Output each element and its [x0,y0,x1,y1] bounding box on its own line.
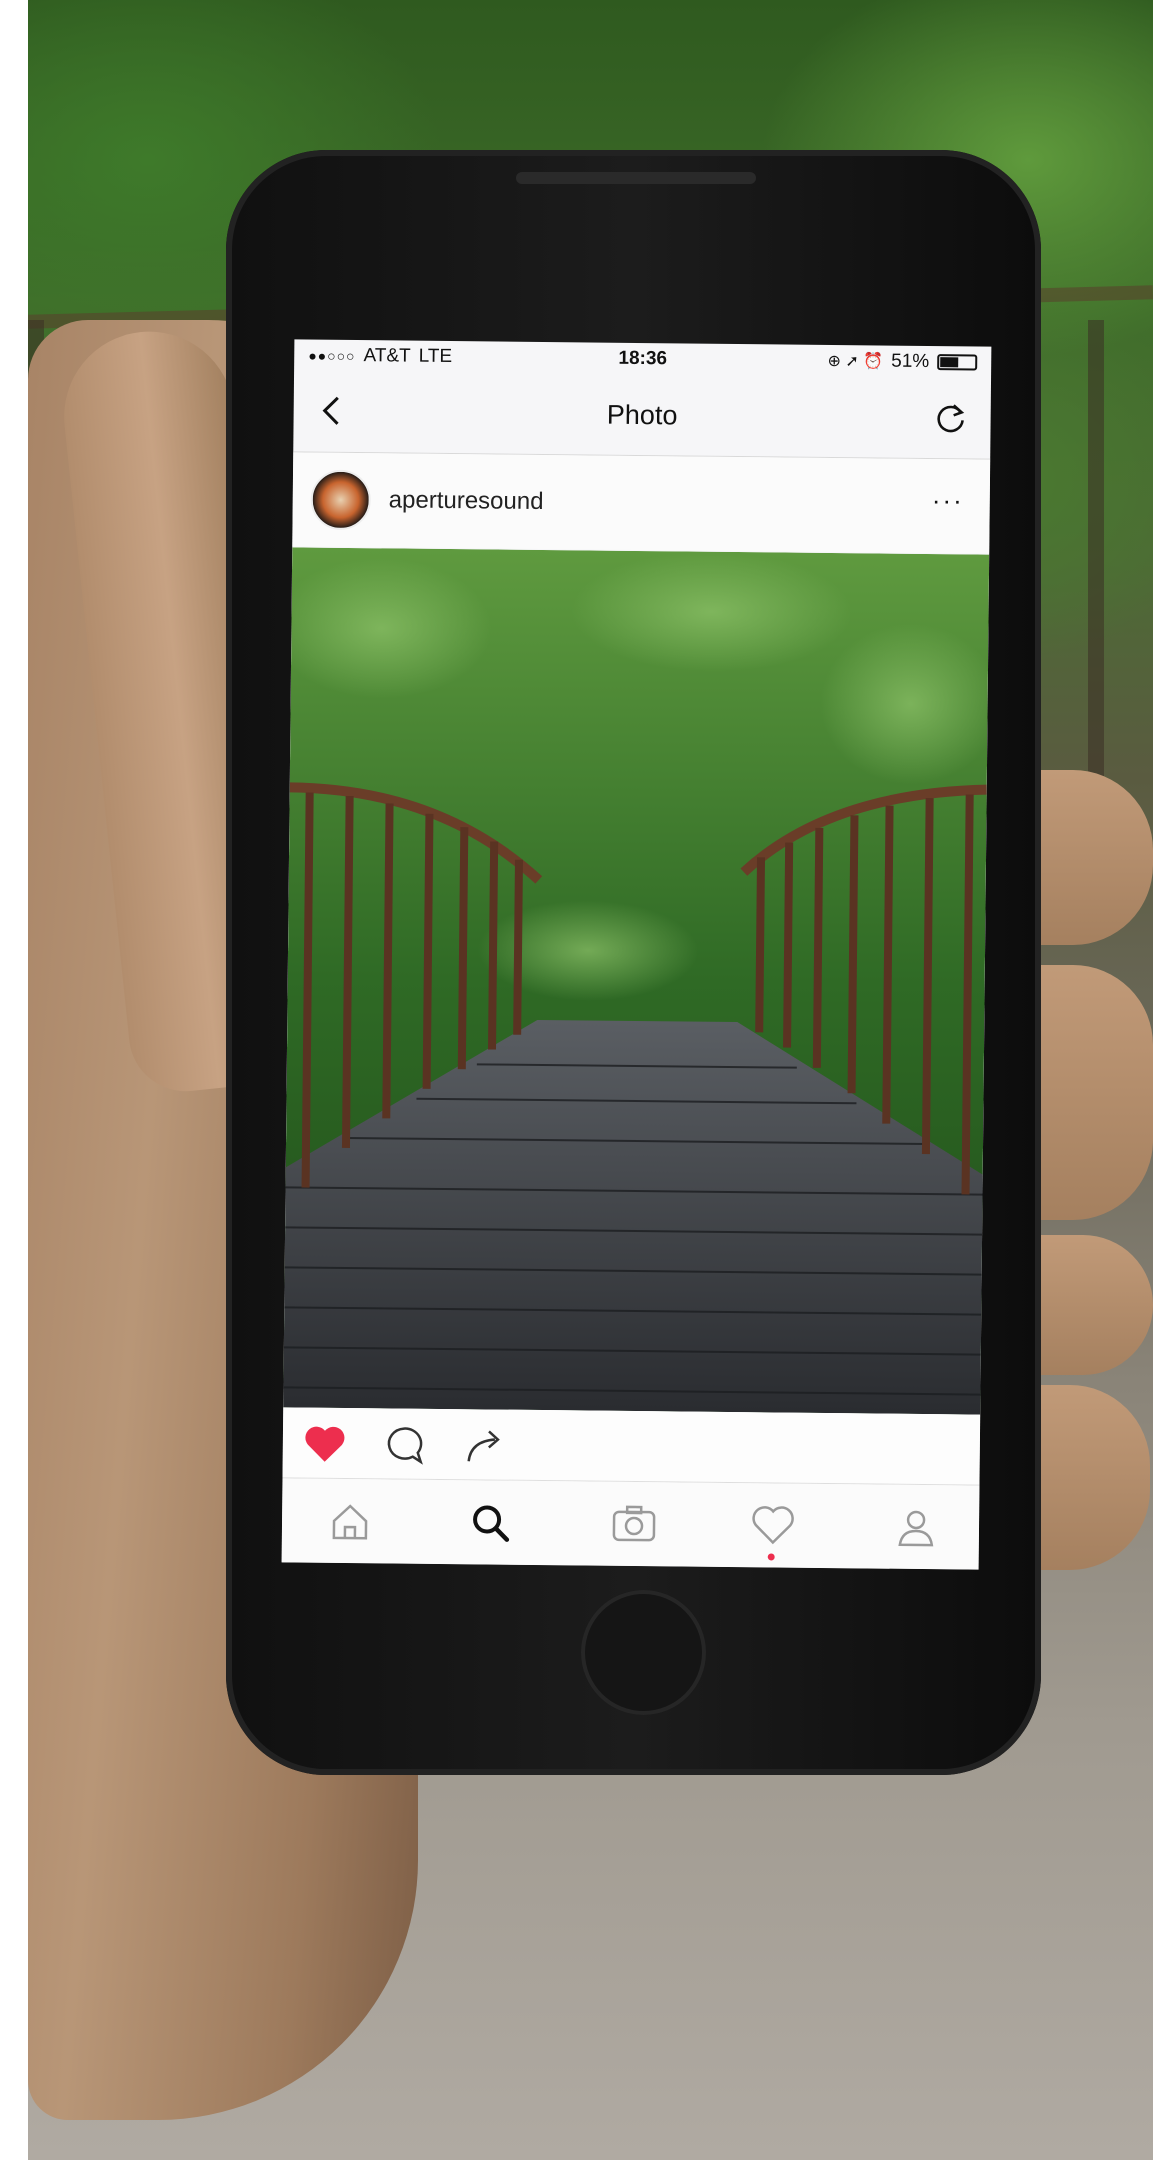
profile-icon[interactable] [894,1505,938,1549]
battery-icon [937,354,978,371]
speech-bubble-icon[interactable] [383,1424,425,1465]
post-username[interactable]: aperturesound [389,486,544,516]
home-icon[interactable] [328,1499,372,1543]
notification-dot [767,1553,775,1561]
network-label: LTE [418,345,453,368]
avatar[interactable] [310,469,372,531]
navigation-bar: Photo [293,371,992,460]
share-arrow-icon[interactable] [465,1425,505,1465]
chevron-left-icon[interactable] [315,394,349,428]
page-title: Photo [606,399,678,430]
status-time: 18:36 [618,347,668,370]
bottom-tab-bar [281,1478,980,1570]
battery-percent: 51% [891,350,930,373]
carrier-label: AT&T [363,345,411,367]
post-photo-bridge[interactable] [283,547,990,1415]
heart-filled-icon[interactable] [303,1424,347,1464]
post-action-bar [282,1407,981,1486]
search-icon[interactable] [468,1500,512,1544]
camera-icon[interactable] [610,1502,658,1547]
signal-strength: ●●○○○ [308,347,356,365]
home-button[interactable] [581,1590,706,1715]
phone-screen: ●●○○○ AT&T LTE 18:36 ⊕ ➚ ⏰ 51% Photo ape… [281,339,992,1570]
phone-speaker [516,172,756,184]
post-header: aperturesound ··· [292,452,991,554]
refresh-icon[interactable] [932,400,968,436]
more-options-icon[interactable]: ··· [932,485,964,515]
battery-fill [940,357,959,368]
status-indicators-icon: ⊕ ➚ ⏰ [827,352,884,371]
heart-outline-icon[interactable] [750,1503,796,1547]
